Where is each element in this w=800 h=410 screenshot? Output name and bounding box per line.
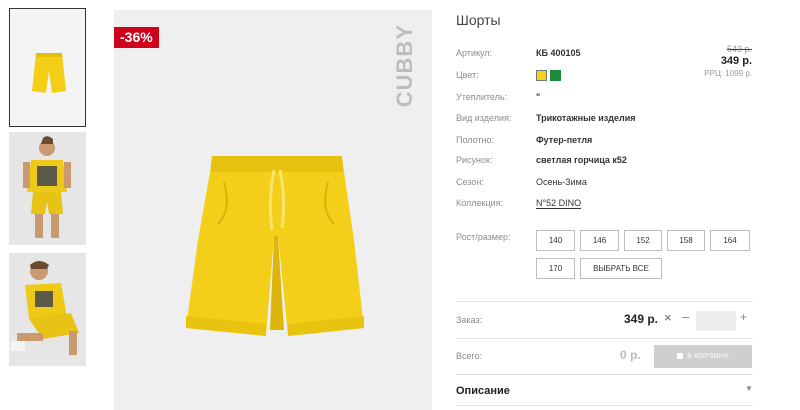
increase-quantity-button[interactable]: + bbox=[740, 310, 747, 324]
fabric-label: Полотно: bbox=[456, 135, 495, 145]
old-price: 549 р. bbox=[726, 44, 752, 54]
color-swatch-green[interactable] bbox=[550, 70, 561, 81]
clear-order-icon[interactable]: × bbox=[664, 310, 672, 325]
product-type-value: Трикотажные изделия bbox=[536, 113, 636, 123]
size-button-170[interactable]: 170 bbox=[536, 258, 575, 279]
size-button-146[interactable]: 146 bbox=[580, 230, 619, 251]
total-value: 0 р. bbox=[620, 348, 641, 362]
current-price: 349 р. bbox=[720, 55, 752, 67]
description-toggle[interactable]: Описание bbox=[456, 385, 510, 397]
shorts-image bbox=[186, 156, 364, 336]
size-button-152[interactable]: 152 bbox=[624, 230, 662, 251]
divider bbox=[456, 301, 753, 302]
add-to-cart-label: В КОРЗИНУ bbox=[686, 353, 730, 360]
collection-link[interactable]: N°52 DINO bbox=[536, 198, 582, 209]
article-label: Артикул: bbox=[456, 48, 493, 58]
size-label: Рост/размер: bbox=[456, 232, 511, 242]
quantity-input[interactable] bbox=[696, 311, 736, 331]
article-value: КБ 400105 bbox=[536, 48, 581, 58]
size-button-140[interactable]: 140 bbox=[536, 230, 575, 251]
thumbnail-model-sitting[interactable] bbox=[9, 253, 86, 366]
season-label: Сезон: bbox=[456, 177, 484, 187]
shorts-thumbnail-image bbox=[32, 53, 66, 93]
size-button-158[interactable]: 158 bbox=[667, 230, 705, 251]
chevron-down-icon[interactable]: ▼ bbox=[745, 384, 753, 393]
season-value: Осень-Зима bbox=[536, 177, 587, 187]
order-label: Заказ: bbox=[456, 315, 483, 325]
collection-label: Коллекция: bbox=[456, 198, 504, 208]
insulation-value: " bbox=[536, 92, 541, 102]
add-to-cart-button[interactable]: В КОРЗИНУ bbox=[654, 345, 752, 368]
divider bbox=[456, 405, 753, 406]
product-type-label: Вид изделия: bbox=[456, 113, 512, 123]
decrease-quantity-button[interactable]: – bbox=[682, 309, 689, 324]
color-label: Цвет: bbox=[456, 70, 479, 80]
total-label: Всего: bbox=[456, 351, 483, 361]
color-swatch-yellow[interactable] bbox=[536, 70, 547, 81]
collection-value-wrap: N°52 DINO bbox=[536, 198, 582, 209]
order-price: 349 р. bbox=[624, 312, 659, 326]
model-sitting-image bbox=[9, 253, 86, 366]
pattern-label: Рисунок: bbox=[456, 155, 493, 165]
pattern-value: светлая горчица к52 bbox=[536, 155, 627, 165]
main-product-image[interactable]: -36% CUBBY bbox=[114, 10, 432, 410]
model-standing-image bbox=[9, 132, 86, 245]
size-button-164[interactable]: 164 bbox=[710, 230, 750, 251]
divider bbox=[456, 374, 753, 375]
fabric-value: Футер-петля bbox=[536, 135, 593, 145]
divider bbox=[456, 338, 753, 339]
insulation-label: Утеплитель: bbox=[456, 92, 508, 102]
recommended-retail-price: РРЦ: 1099 р. bbox=[704, 69, 752, 78]
thumbnail-shorts[interactable] bbox=[9, 8, 86, 127]
product-title: Шорты bbox=[456, 12, 501, 28]
thumbnail-model-standing[interactable] bbox=[9, 132, 86, 245]
select-all-sizes-button[interactable]: ВЫБРАТЬ ВСЕ bbox=[580, 258, 662, 279]
shopping-bag-icon bbox=[676, 353, 683, 359]
